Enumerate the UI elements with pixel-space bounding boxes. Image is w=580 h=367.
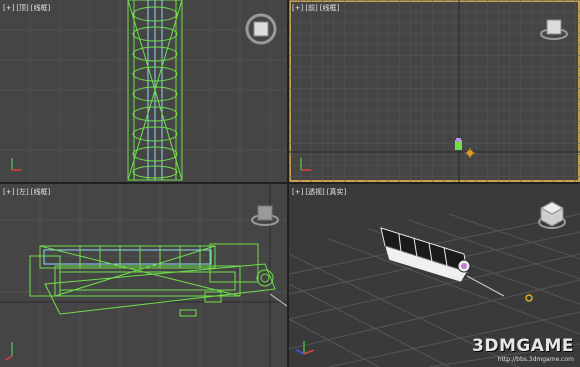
viewcube-icon[interactable] [537,198,567,232]
viewport-shading-mode[interactable]: [线框] [31,4,50,12]
viewport-menu-plus[interactable]: [+] [292,188,303,196]
viewport-label-top[interactable]: [+] [顶] [线框] [3,3,52,13]
viewport-label-left[interactable]: [+] [左] [线框] [3,187,52,197]
viewport-label-front[interactable]: [+] [前] [线框] [292,3,341,13]
viewport-view-name[interactable]: [前] [305,4,317,12]
object-marker [455,138,462,150]
viewport-menu-plus[interactable]: [+] [3,4,14,12]
axis-tripod-icon [5,342,13,361]
axis-tripod-icon [11,158,22,171]
front-viewport-canvas [289,0,580,182]
viewport-shading-mode[interactable]: [线框] [31,188,50,196]
viewport-front[interactable]: [+] [前] [线框] [289,0,580,182]
watermark-url: http://bbs.3dmgame.com [497,356,574,363]
watermark-logo: 3DMGAME http://bbs.3dmgame.com [472,336,574,363]
viewport-left[interactable]: [+] [左] [线框] [0,184,287,367]
viewport-menu-plus[interactable]: [+] [292,4,303,12]
watermark-brand: 3DMGAME [472,336,574,356]
viewport-top[interactable]: [+] [顶] [线框] [0,0,287,182]
viewcube-icon[interactable] [244,12,278,46]
viewport-shading-mode[interactable]: [线框] [320,4,339,12]
viewport-view-name[interactable]: [左] [16,188,28,196]
viewport-shading-mode[interactable]: [真实] [327,188,346,196]
viewport-view-name[interactable]: [透视] [305,188,324,196]
wireframe-model-side [29,243,276,317]
viewport-view-name[interactable]: [顶] [16,4,28,12]
pivot-gizmo-icon [525,294,533,302]
viewcube-icon[interactable] [539,14,569,44]
axis-tripod-icon [295,341,315,355]
viewport-perspective[interactable]: [+] [透视] [真实] 3DMGAME http://bbs.3dmgame… [289,184,580,367]
viewport-label-perspective[interactable]: [+] [透视] [真实] [292,187,348,197]
wireframe-model-top [127,0,183,181]
viewcube-icon[interactable] [250,200,280,230]
viewport-menu-plus[interactable]: [+] [3,188,14,196]
left-viewport-canvas [0,184,287,367]
